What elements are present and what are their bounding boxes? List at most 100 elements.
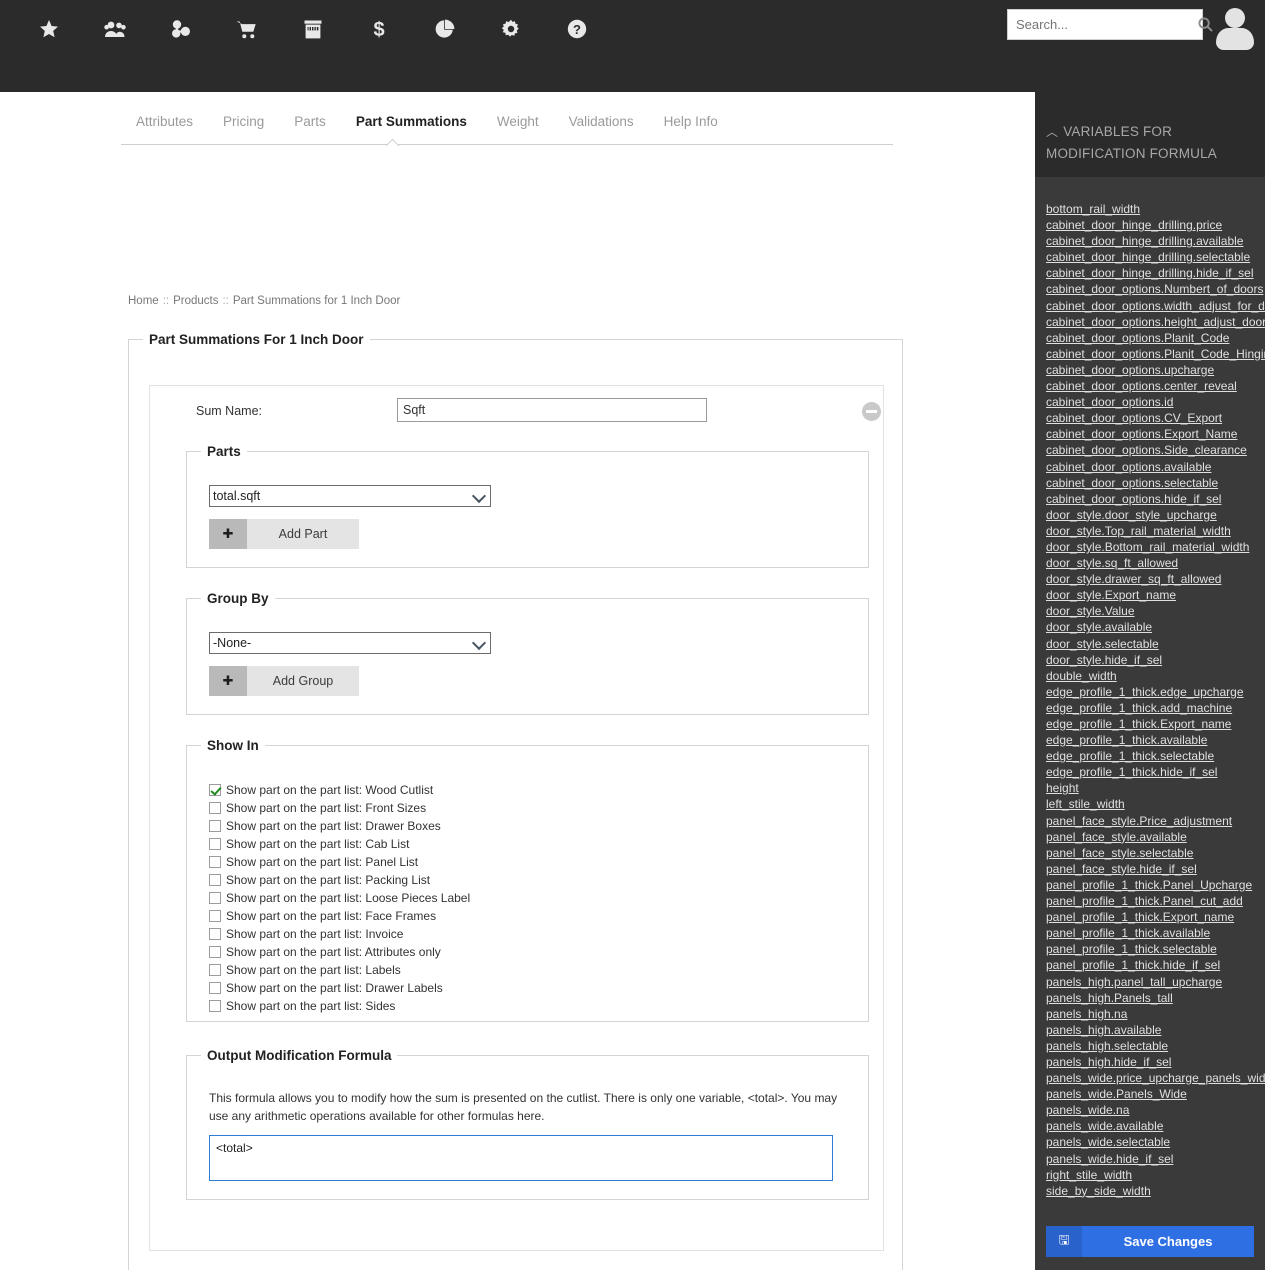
variable-link[interactable]: cabinet_door_options.selectable bbox=[1035, 475, 1265, 491]
checkbox[interactable] bbox=[209, 910, 221, 922]
save-changes-button[interactable]: 🖫 Save Changes bbox=[1046, 1226, 1254, 1257]
variable-link[interactable]: cabinet_door_options.center_reveal bbox=[1035, 378, 1265, 394]
variable-link[interactable]: panel_face_style.selectable bbox=[1035, 845, 1265, 861]
variable-link[interactable]: double_width bbox=[1035, 668, 1265, 684]
dollar-icon[interactable]: $ bbox=[346, 0, 412, 58]
breadcrumb-item[interactable]: Products bbox=[173, 295, 218, 307]
show-in-row[interactable]: Show part on the part list: Labels bbox=[209, 961, 470, 979]
variable-link[interactable]: cabinet_door_hinge_drilling.available bbox=[1035, 233, 1265, 249]
variable-link[interactable]: panels_high.selectable bbox=[1035, 1038, 1265, 1054]
variable-link[interactable]: cabinet_door_options.width_adjust_for_do… bbox=[1035, 298, 1265, 314]
star-icon[interactable] bbox=[16, 0, 82, 58]
variable-link[interactable]: door_style.Top_rail_material_width bbox=[1035, 523, 1265, 539]
variable-link[interactable]: right_stile_width bbox=[1035, 1167, 1265, 1183]
variable-link[interactable]: door_style.drawer_sq_ft_allowed bbox=[1035, 571, 1265, 587]
variable-link[interactable]: panel_profile_1_thick.Export_name bbox=[1035, 909, 1265, 925]
variable-link[interactable]: panel_face_style.hide_if_sel bbox=[1035, 861, 1265, 877]
variable-link[interactable]: door_style.sq_ft_allowed bbox=[1035, 555, 1265, 571]
variable-link[interactable]: panels_high.hide_if_sel bbox=[1035, 1054, 1265, 1070]
help-icon[interactable]: ? bbox=[544, 0, 610, 58]
checkbox[interactable] bbox=[209, 928, 221, 940]
show-in-row[interactable]: Show part on the part list: Panel List bbox=[209, 853, 470, 871]
checkbox[interactable] bbox=[209, 964, 221, 976]
variable-link[interactable]: panels_wide.na bbox=[1035, 1102, 1265, 1118]
variable-link[interactable]: panels_wide.selectable bbox=[1035, 1134, 1265, 1150]
variable-link[interactable]: cabinet_door_hinge_drilling.selectable bbox=[1035, 249, 1265, 265]
variable-link[interactable]: height bbox=[1035, 780, 1265, 796]
variable-link[interactable]: edge_profile_1_thick.add_machine bbox=[1035, 700, 1265, 716]
cart-icon[interactable] bbox=[214, 0, 280, 58]
variable-link[interactable]: panels_high.available bbox=[1035, 1022, 1265, 1038]
tab-help-info[interactable]: Help Info bbox=[649, 112, 733, 132]
variable-link[interactable]: cabinet_door_options.Planit_Code bbox=[1035, 330, 1265, 346]
variable-link[interactable]: cabinet_door_options.height_adjust_doors bbox=[1035, 314, 1265, 330]
tab-attributes[interactable]: Attributes bbox=[121, 112, 208, 132]
search-box[interactable] bbox=[1007, 9, 1213, 40]
variable-link[interactable]: panel_profile_1_thick.hide_if_sel bbox=[1035, 957, 1265, 973]
checkbox[interactable] bbox=[209, 802, 221, 814]
breadcrumb-item[interactable]: Home bbox=[128, 295, 159, 307]
variable-link[interactable]: panels_wide.hide_if_sel bbox=[1035, 1151, 1265, 1167]
variable-link[interactable]: panels_high.na bbox=[1035, 1006, 1265, 1022]
search-icon[interactable] bbox=[1198, 17, 1213, 32]
variable-link[interactable]: door_style.available bbox=[1035, 619, 1265, 635]
checkbox[interactable] bbox=[209, 1000, 221, 1012]
variable-link[interactable]: edge_profile_1_thick.available bbox=[1035, 732, 1265, 748]
show-in-row[interactable]: Show part on the part list: Attributes o… bbox=[209, 943, 470, 961]
variable-link[interactable]: door_style.hide_if_sel bbox=[1035, 652, 1265, 668]
tab-parts[interactable]: Parts bbox=[279, 112, 341, 132]
variable-link[interactable]: panel_face_style.available bbox=[1035, 829, 1265, 845]
variable-link[interactable]: panel_profile_1_thick.Panel_Upcharge bbox=[1035, 877, 1265, 893]
variable-link[interactable]: edge_profile_1_thick.hide_if_sel bbox=[1035, 764, 1265, 780]
variable-link[interactable]: side_by_side_width bbox=[1035, 1183, 1265, 1199]
variable-link[interactable]: door_style.door_style_upcharge bbox=[1035, 507, 1265, 523]
variable-link[interactable]: cabinet_door_options.available bbox=[1035, 459, 1265, 475]
sidebar-title[interactable]: ︿ VARIABLES FOR MODIFICATION FORMULA bbox=[1046, 121, 1261, 164]
show-in-row[interactable]: Show part on the part list: Sides bbox=[209, 997, 470, 1015]
variable-link[interactable]: cabinet_door_options.CV_Export bbox=[1035, 410, 1265, 426]
collapse-caret-icon[interactable]: ︿ bbox=[1046, 122, 1058, 143]
add-group-button[interactable]: ✚ Add Group bbox=[209, 666, 359, 696]
formula-textarea[interactable] bbox=[209, 1135, 833, 1181]
part-select[interactable]: total.sqft bbox=[209, 485, 491, 507]
variable-link[interactable]: panels_wide.price_upcharge_panels_wide bbox=[1035, 1070, 1265, 1086]
gear-icon[interactable] bbox=[478, 0, 544, 58]
search-input[interactable] bbox=[1008, 11, 1198, 38]
show-in-row[interactable]: Show part on the part list: Drawer Label… bbox=[209, 979, 470, 997]
variable-link[interactable]: panels_wide.Panels_Wide bbox=[1035, 1086, 1265, 1102]
variable-link[interactable]: cabinet_door_options.upcharge bbox=[1035, 362, 1265, 378]
variable-link[interactable]: edge_profile_1_thick.selectable bbox=[1035, 748, 1265, 764]
sum-name-input[interactable] bbox=[397, 398, 707, 422]
tab-weight[interactable]: Weight bbox=[482, 112, 554, 132]
group-by-select[interactable]: -None- bbox=[209, 632, 491, 654]
show-in-row[interactable]: Show part on the part list: Wood Cutlist bbox=[209, 781, 470, 799]
checkbox[interactable] bbox=[209, 856, 221, 868]
variable-link[interactable]: left_stile_width bbox=[1035, 796, 1265, 812]
variable-link[interactable]: cabinet_door_options.Numbert_of_doors bbox=[1035, 281, 1265, 297]
show-in-row[interactable]: Show part on the part list: Face Frames bbox=[209, 907, 470, 925]
variable-link[interactable]: panels_high.panel_tall_upcharge bbox=[1035, 974, 1265, 990]
variable-link[interactable]: cabinet_door_options.Planit_Code_Hinging bbox=[1035, 346, 1265, 362]
checkbox[interactable] bbox=[209, 820, 221, 832]
variable-link[interactable]: cabinet_door_options.id bbox=[1035, 394, 1265, 410]
variable-link[interactable]: cabinet_door_options.hide_if_sel bbox=[1035, 491, 1265, 507]
variable-link[interactable]: cabinet_door_hinge_drilling.price bbox=[1035, 217, 1265, 233]
variable-link[interactable]: cabinet_door_options.Export_Name bbox=[1035, 426, 1265, 442]
user-avatar[interactable] bbox=[1213, 6, 1257, 50]
variable-link[interactable]: cabinet_door_options.Side_clearance bbox=[1035, 442, 1265, 458]
variable-link[interactable]: panel_profile_1_thick.available bbox=[1035, 925, 1265, 941]
variable-link[interactable]: bottom_rail_width bbox=[1035, 201, 1265, 217]
variable-link[interactable]: panels_high.Panels_tall bbox=[1035, 990, 1265, 1006]
show-in-row[interactable]: Show part on the part list: Drawer Boxes bbox=[209, 817, 470, 835]
checkbox[interactable] bbox=[209, 838, 221, 850]
pie-chart-icon[interactable] bbox=[412, 0, 478, 58]
variable-link[interactable]: door_style.selectable bbox=[1035, 636, 1265, 652]
variable-link[interactable]: door_style.Value bbox=[1035, 603, 1265, 619]
checkbox[interactable] bbox=[209, 946, 221, 958]
checkbox[interactable] bbox=[209, 982, 221, 994]
variable-link[interactable]: edge_profile_1_thick.Export_name bbox=[1035, 716, 1265, 732]
show-in-row[interactable]: Show part on the part list: Packing List bbox=[209, 871, 470, 889]
variable-link[interactable]: door_style.Bottom_rail_material_width bbox=[1035, 539, 1265, 555]
store-icon[interactable] bbox=[280, 0, 346, 58]
tab-part-summations[interactable]: Part Summations bbox=[341, 112, 482, 132]
